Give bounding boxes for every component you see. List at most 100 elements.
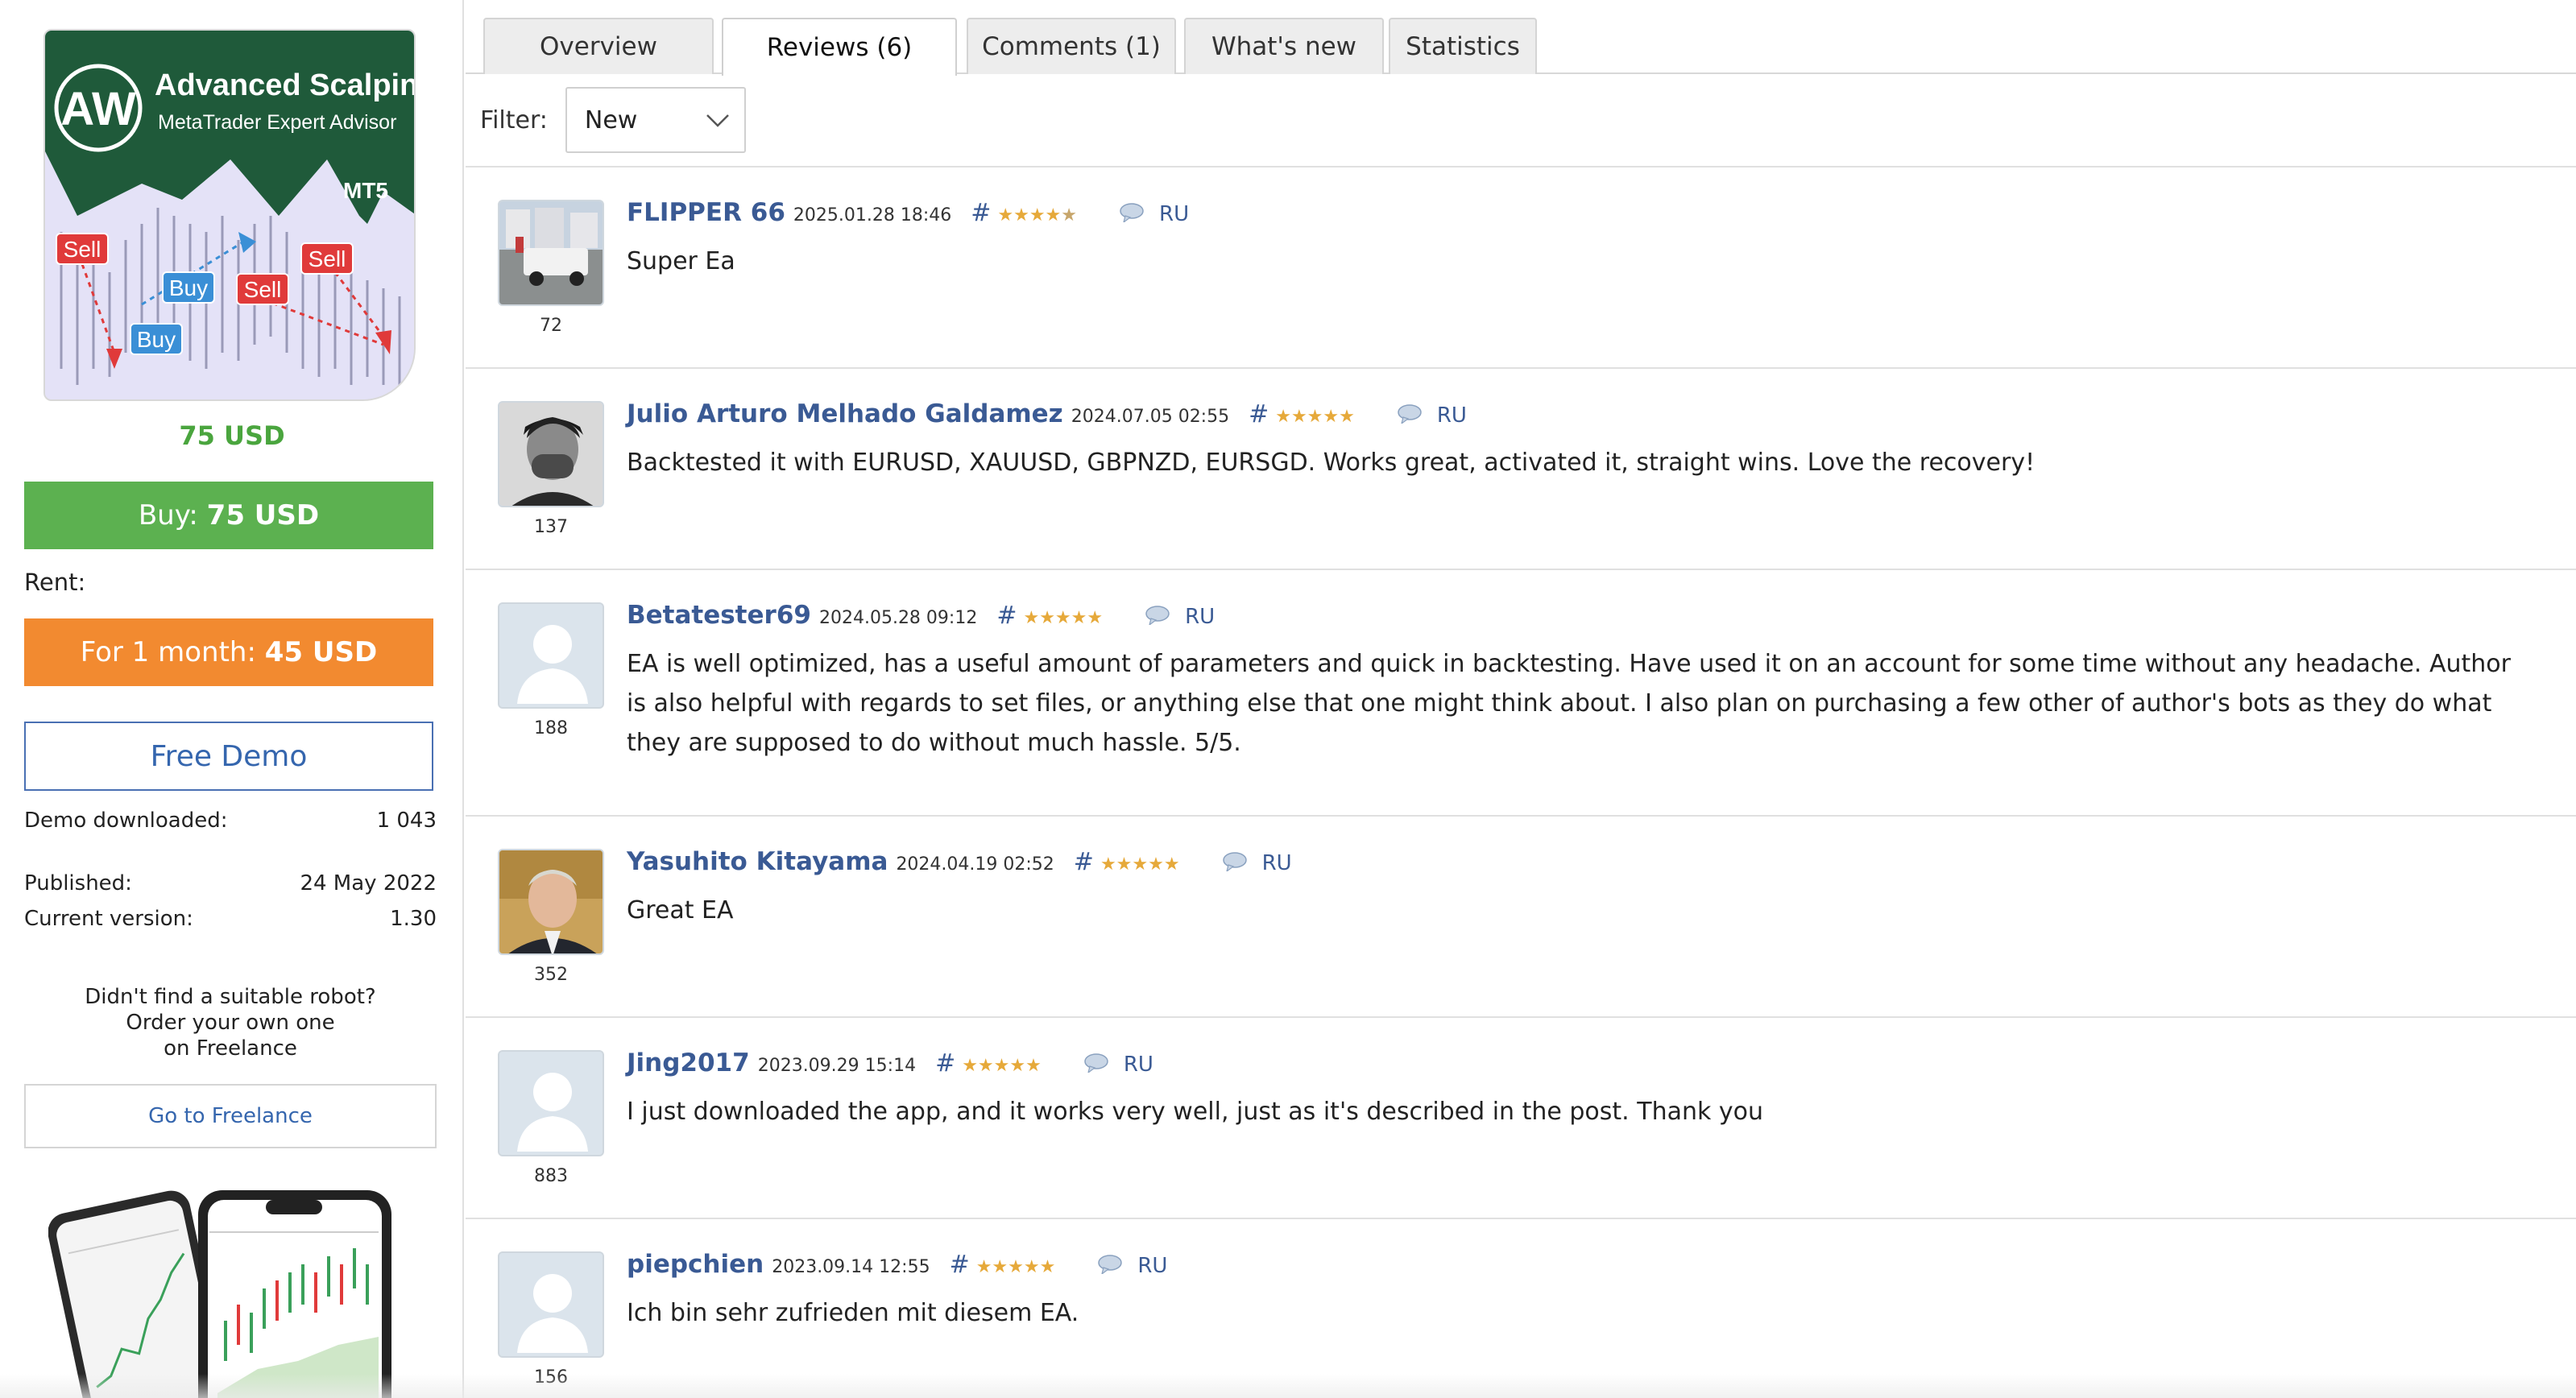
- product-image-platform: MT5: [343, 178, 388, 203]
- sell-label: Sell: [309, 246, 346, 271]
- review-header: Julio Arturo Melhado Galdamez 2024.07.05…: [627, 399, 1467, 428]
- buy-button[interactable]: Buy: 75 USD: [24, 482, 433, 549]
- review-item: 72 FLIPPER 66 2025.01.28 18:46 # ★★★★★ R…: [466, 168, 2576, 369]
- filter-label: Filter:: [480, 105, 548, 134]
- review-text: Great EA: [627, 896, 734, 924]
- filter-value: New: [584, 105, 638, 134]
- review-stars: ★★★★★: [1023, 608, 1104, 628]
- version-label: Current version:: [24, 907, 193, 931]
- reviewer-name[interactable]: FLIPPER 66: [627, 198, 785, 227]
- filter-row: Filter: New: [480, 87, 746, 153]
- go-to-freelance-button[interactable]: Go to Freelance: [24, 1084, 437, 1148]
- review-date: 2024.04.19 02:52: [896, 854, 1054, 875]
- review-permalink[interactable]: #: [1249, 400, 1269, 428]
- translate-link[interactable]: RU: [1124, 1053, 1153, 1077]
- review-text: Ich bin sehr zufrieden mit diesem EA.: [627, 1299, 1079, 1327]
- review-permalink[interactable]: #: [1074, 848, 1094, 876]
- review-text: I just downloaded the app, and it works …: [627, 1098, 1764, 1126]
- demo-downloaded-row: Demo downloaded: 1 043: [24, 809, 437, 833]
- review-stars: ★★★★★: [962, 1056, 1042, 1076]
- buy-label: Buy: [137, 327, 176, 352]
- rent-button-label: For 1 month:: [80, 636, 256, 668]
- review-header: Betatester69 2024.05.28 09:12 # ★★★★★ RU: [627, 601, 1215, 630]
- sidebar: AW Advanced Scalping EA MetaTrader Exper…: [0, 0, 464, 1398]
- reviewer-name[interactable]: Julio Arturo Melhado Galdamez: [627, 399, 1063, 428]
- reviewer-name[interactable]: Jing2017: [627, 1048, 750, 1077]
- tab-overview[interactable]: Overview: [483, 18, 714, 74]
- freelance-line-3: on Freelance: [164, 1036, 297, 1061]
- review-permalink[interactable]: #: [971, 199, 991, 227]
- review-permalink[interactable]: #: [935, 1049, 955, 1077]
- review-item: 883 Jing2017 2023.09.29 15:14 # ★★★★★ RU…: [466, 1018, 2576, 1219]
- tab-comments[interactable]: Comments (1): [967, 18, 1176, 74]
- reviewer-rating: 352: [534, 965, 568, 985]
- freelance-line-2: Order your own one: [126, 1011, 335, 1035]
- reviewer-rating: 72: [540, 316, 562, 336]
- demo-downloaded-value: 1 043: [376, 809, 437, 833]
- demo-downloaded-label: Demo downloaded:: [24, 809, 228, 833]
- buy-button-amount: 75 USD: [206, 499, 320, 531]
- default-user-icon[interactable]: [498, 1251, 604, 1358]
- rent-button-amount: 45 USD: [264, 636, 378, 668]
- product-image-subtitle: MetaTrader Expert Advisor: [158, 111, 396, 134]
- reviewer-rating: 137: [534, 517, 568, 537]
- speech-bubble-icon[interactable]: [1222, 852, 1248, 875]
- buy-label: Buy: [169, 275, 208, 300]
- reviewer-avatar[interactable]: [498, 849, 604, 955]
- speech-bubble-icon[interactable]: [1119, 203, 1145, 225]
- review-item: 352 Yasuhito Kitayama 2024.04.19 02:52 #…: [466, 817, 2576, 1018]
- review-date: 2024.07.05 02:55: [1071, 407, 1230, 427]
- reviewer-name[interactable]: piepchien: [627, 1250, 764, 1279]
- review-header: Jing2017 2023.09.29 15:14 # ★★★★★ RU: [627, 1048, 1153, 1077]
- translate-link[interactable]: RU: [1137, 1254, 1167, 1278]
- free-demo-button[interactable]: Free Demo: [24, 722, 433, 791]
- tab-reviews[interactable]: Reviews (6): [722, 18, 957, 76]
- filter-select[interactable]: New: [565, 87, 746, 153]
- reviewer-name[interactable]: Betatester69: [627, 601, 811, 630]
- speech-bubble-icon[interactable]: [1145, 606, 1170, 628]
- reviewer-avatar[interactable]: [498, 401, 604, 507]
- default-user-icon[interactable]: [498, 602, 604, 709]
- sell-label: Sell: [244, 277, 282, 302]
- rent-button[interactable]: For 1 month: 45 USD: [24, 618, 433, 686]
- mobile-app-promo-image[interactable]: [48, 1184, 411, 1398]
- speech-bubble-icon[interactable]: [1083, 1053, 1109, 1076]
- review-date: 2023.09.29 15:14: [757, 1056, 917, 1076]
- product-image[interactable]: AW Advanced Scalping EA MetaTrader Exper…: [43, 29, 416, 401]
- published-value: 24 May 2022: [300, 871, 437, 895]
- rent-label: Rent:: [24, 569, 86, 596]
- review-permalink[interactable]: #: [950, 1251, 970, 1279]
- review-date: 2025.01.28 18:46: [793, 205, 952, 225]
- tab-statistics[interactable]: Statistics: [1389, 18, 1537, 74]
- translate-link[interactable]: RU: [1262, 851, 1292, 875]
- freelance-promo: Didn't find a suitable robot? Order your…: [24, 984, 437, 1061]
- default-user-icon[interactable]: [498, 1050, 604, 1156]
- review-stars: ★★★★★: [1100, 854, 1180, 875]
- review-text: EA is well optimized, has a useful amoun…: [627, 650, 2511, 757]
- translate-link[interactable]: RU: [1437, 403, 1467, 428]
- tab-whats-new[interactable]: What's new: [1184, 18, 1384, 74]
- published-label: Published:: [24, 871, 132, 895]
- version-row: Current version: 1.30: [24, 907, 437, 931]
- reviewer-rating: 883: [534, 1166, 568, 1186]
- reviewer-avatar[interactable]: [498, 200, 604, 306]
- chevron-down-icon: [706, 114, 729, 127]
- review-permalink[interactable]: #: [996, 602, 1017, 630]
- review-header: piepchien 2023.09.14 12:55 # ★★★★★ RU: [627, 1250, 1167, 1279]
- reviewer-rating: 156: [534, 1367, 568, 1388]
- review-item: 137 Julio Arturo Melhado Galdamez 2024.0…: [466, 369, 2576, 570]
- speech-bubble-icon[interactable]: [1097, 1255, 1123, 1277]
- review-date: 2024.05.28 09:12: [818, 608, 978, 628]
- review-stars: ★★★★★: [975, 1257, 1056, 1277]
- main-content: Overview Reviews (6) Comments (1) What's…: [466, 0, 2576, 1398]
- sell-label: Sell: [64, 237, 101, 262]
- translate-link[interactable]: RU: [1185, 605, 1215, 629]
- reviewer-name[interactable]: Yasuhito Kitayama: [627, 847, 888, 876]
- product-price: 75 USD: [179, 420, 285, 451]
- review-header: Yasuhito Kitayama 2024.04.19 02:52 # ★★★…: [627, 847, 1292, 876]
- published-row: Published: 24 May 2022: [24, 871, 437, 895]
- product-image-title: Advanced Scalping EA: [155, 68, 416, 102]
- speech-bubble-icon[interactable]: [1397, 404, 1423, 427]
- review-date: 2023.09.14 12:55: [772, 1257, 930, 1277]
- translate-link[interactable]: RU: [1159, 202, 1189, 226]
